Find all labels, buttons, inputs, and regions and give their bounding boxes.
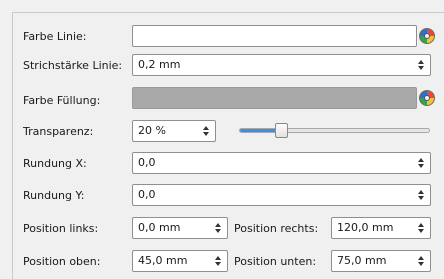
- rundung-y-spinbox[interactable]: 0,0: [132, 184, 431, 206]
- color-wheel-icon[interactable]: [419, 28, 435, 44]
- position-oben-value: 45,0 mm: [138, 254, 188, 267]
- rundung-x-spinbox[interactable]: 0,0: [132, 152, 431, 174]
- spin-arrows-icon[interactable]: [415, 219, 429, 237]
- position-links-spinbox[interactable]: 0,0 mm: [132, 217, 228, 239]
- farbe-fuellung-field[interactable]: [132, 87, 417, 109]
- position-rechts-value: 120,0 mm: [337, 221, 394, 234]
- position-links-label: Position links:: [23, 222, 99, 235]
- transparenz-value: 20 %: [138, 124, 166, 137]
- spin-arrows-icon[interactable]: [212, 252, 226, 270]
- color-wheel-icon[interactable]: [419, 90, 435, 106]
- position-unten-value: 75,0 mm: [337, 254, 387, 267]
- rundung-x-label: Rundung X:: [23, 157, 87, 170]
- strichstaerke-value: 0,2 mm: [138, 58, 181, 71]
- transparenz-label: Transparenz:: [23, 125, 94, 138]
- spin-arrows-icon[interactable]: [200, 122, 214, 140]
- spin-arrows-icon[interactable]: [415, 186, 429, 204]
- rundung-x-value: 0,0: [138, 156, 156, 169]
- position-oben-spinbox[interactable]: 45,0 mm: [132, 250, 228, 272]
- farbe-linie-label: Farbe Linie:: [23, 30, 87, 43]
- position-links-value: 0,0 mm: [138, 221, 181, 234]
- slider-thumb[interactable]: [275, 123, 288, 138]
- rundung-y-value: 0,0: [138, 188, 156, 201]
- farbe-linie-field[interactable]: [132, 25, 417, 47]
- position-rechts-label: Position rechts:: [234, 222, 319, 235]
- farbe-fuellung-label: Farbe Füllung:: [23, 94, 101, 107]
- position-unten-label: Position unten:: [234, 255, 317, 268]
- position-oben-label: Position oben:: [23, 255, 101, 268]
- strichstaerke-label: Strichstärke Linie:: [23, 59, 123, 72]
- spin-arrows-icon[interactable]: [415, 154, 429, 172]
- position-unten-spinbox[interactable]: 75,0 mm: [331, 250, 431, 272]
- spin-arrows-icon[interactable]: [415, 252, 429, 270]
- transparenz-slider[interactable]: [239, 128, 430, 133]
- transparenz-spinbox[interactable]: 20 %: [132, 120, 216, 142]
- spin-arrows-icon[interactable]: [212, 219, 226, 237]
- properties-panel: Farbe Linie: Strichstärke Linie: 0,2 mm …: [12, 12, 444, 279]
- rundung-y-label: Rundung Y:: [23, 189, 85, 202]
- strichstaerke-dropdown[interactable]: 0,2 mm: [132, 54, 431, 76]
- position-rechts-spinbox[interactable]: 120,0 mm: [331, 217, 431, 239]
- dropdown-arrows-icon[interactable]: [415, 56, 429, 74]
